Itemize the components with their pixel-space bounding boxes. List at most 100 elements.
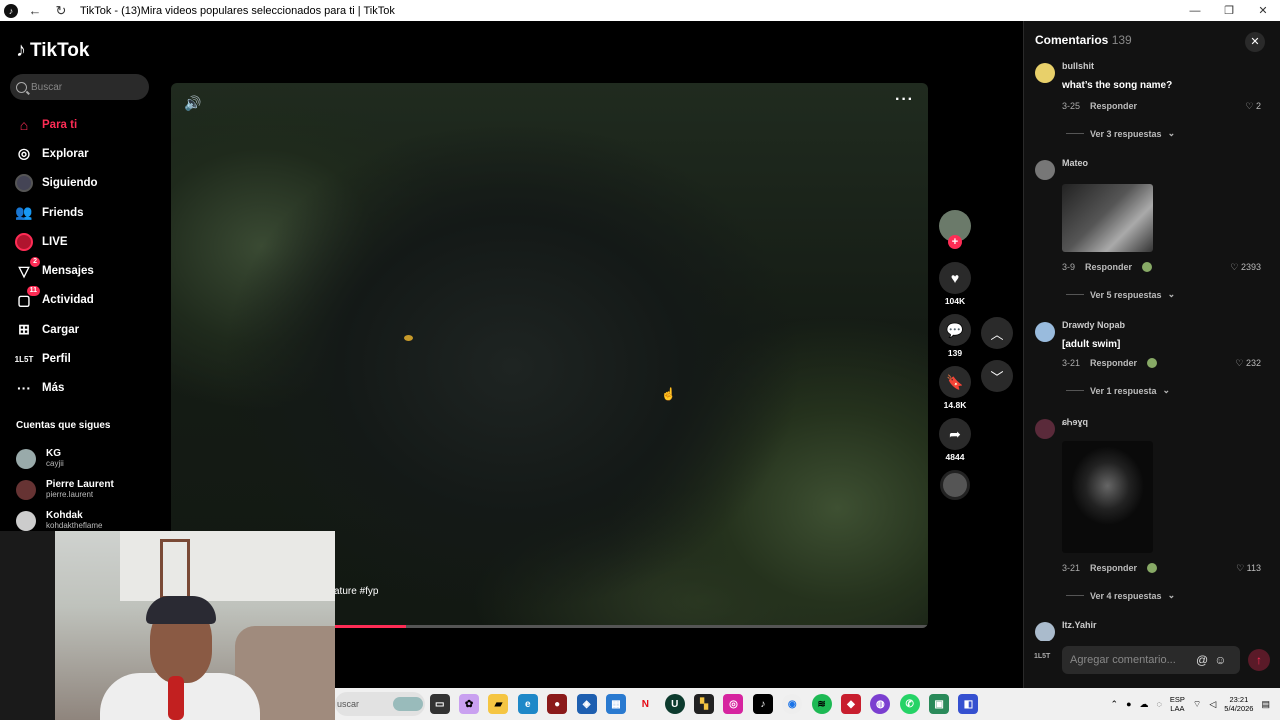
share-count: 4844	[945, 452, 965, 462]
taskbar-search[interactable]: uscar	[335, 692, 425, 716]
nav-friends[interactable]: 👥 Friends	[14, 198, 164, 227]
emoji-icon[interactable]: ☺	[1214, 653, 1226, 667]
share-button[interactable]: ➦	[939, 418, 971, 450]
tray-app-icon[interactable]: ●	[1126, 699, 1131, 709]
creator-avatar[interactable]: +	[939, 210, 971, 249]
profile-icon: 1L5T	[14, 354, 34, 364]
avatar[interactable]	[1035, 160, 1055, 180]
music-disc-icon[interactable]	[940, 470, 970, 500]
nav-explorar[interactable]: ◎ Explorar	[14, 139, 164, 168]
netflix-icon[interactable]: N	[635, 694, 655, 714]
video-caption[interactable]: ature #fyp	[334, 586, 378, 597]
store-icon[interactable]: ▦	[605, 694, 626, 714]
reply-button[interactable]: Responder	[1085, 262, 1132, 272]
view-replies-button[interactable]: Ver 1 respuesta ⌄	[1066, 385, 1170, 396]
send-icon[interactable]: ↑	[1248, 649, 1270, 671]
mention-icon[interactable]: @	[1196, 653, 1208, 667]
avatar[interactable]	[1035, 622, 1055, 641]
app-u-icon[interactable]: U	[664, 694, 685, 714]
nav-mensajes[interactable]: ▽ 2 Mensajes	[14, 256, 164, 285]
copilot-icon[interactable]: ✿	[459, 694, 480, 714]
search-bar[interactable]	[10, 74, 149, 100]
instagram-icon[interactable]: ◎	[723, 694, 744, 714]
clock[interactable]: 23:21 5/4/2026	[1224, 695, 1253, 713]
nav-mas[interactable]: ··· Más	[14, 374, 164, 403]
app-blue-icon[interactable]: ◧	[958, 694, 979, 714]
follow-plus-icon[interactable]: +	[948, 235, 962, 249]
comment-likes[interactable]: ♡ 2393	[1230, 262, 1261, 273]
cloud-icon[interactable]: ☁	[1140, 699, 1149, 710]
wifi-icon[interactable]: ⌔	[1193, 699, 1201, 710]
reply-button[interactable]: Responder	[1090, 563, 1137, 573]
next-video-button[interactable]: ﹀	[981, 360, 1013, 392]
save-button[interactable]: 🔖	[939, 366, 971, 398]
volume-icon[interactable]: 🔊	[184, 95, 201, 112]
app-game-icon[interactable]: ◆	[840, 694, 861, 714]
comment-input[interactable]	[1070, 654, 1190, 666]
comment-username[interactable]: ɕᏂɘɣq	[1062, 417, 1088, 428]
comment-button[interactable]: 💬	[939, 314, 971, 346]
view-replies-label: Ver 5 respuestas	[1090, 289, 1162, 300]
nav-cargar[interactable]: ⊞ Cargar	[14, 315, 164, 344]
whatsapp-icon[interactable]: ✆	[899, 694, 920, 714]
comment-username[interactable]: Itz.Yahir	[1062, 620, 1097, 630]
language-indicator[interactable]: ESP LAA	[1170, 695, 1185, 713]
app-green-icon[interactable]: ▣	[929, 694, 950, 714]
app-dark-icon[interactable]: ▚	[694, 694, 715, 714]
nav-live[interactable]: LIVE	[14, 227, 164, 256]
comment-likes[interactable]: ♡ 113	[1236, 563, 1261, 574]
avatar[interactable]	[1035, 63, 1055, 83]
spotify-icon[interactable]: ≋	[811, 694, 832, 714]
view-replies-button[interactable]: Ver 4 respuestas ⌄	[1066, 590, 1175, 601]
account-name: Pierre Laurent	[46, 479, 114, 490]
arrow-left-icon[interactable]: ←	[26, 3, 44, 18]
nav-siguiendo[interactable]: Siguiendo	[14, 169, 164, 198]
following-account[interactable]: KG cayjii	[16, 443, 114, 474]
view-replies-button[interactable]: Ver 3 respuestas ⌄	[1066, 128, 1175, 139]
comment-username[interactable]: bullshit	[1062, 61, 1094, 71]
comments-count: 139	[1111, 33, 1132, 47]
reply-button[interactable]: Responder	[1090, 101, 1137, 111]
comment-likes[interactable]: ♡ 232	[1235, 358, 1261, 369]
comment-image-cat[interactable]	[1062, 441, 1153, 553]
chevron-up-icon[interactable]: ⌃	[1111, 699, 1119, 710]
reply-button[interactable]: Responder	[1090, 358, 1137, 368]
following-account[interactable]: Pierre Laurent pierre.laurent	[16, 474, 114, 505]
nav-label: LIVE	[42, 235, 68, 248]
nav-perfil[interactable]: 1L5T Perfil	[14, 344, 164, 373]
avatar	[16, 510, 36, 531]
close-window-button[interactable]: ✕	[1246, 4, 1280, 17]
file-explorer-icon[interactable]: ▰	[488, 694, 509, 714]
reload-icon[interactable]: ↻	[52, 3, 70, 19]
tiktok-logo[interactable]: ♪ TikTok	[16, 39, 89, 62]
chrome-icon[interactable]: ◉	[782, 694, 803, 714]
close-icon[interactable]: ✕	[1245, 32, 1265, 52]
app-red-icon[interactable]: ●	[547, 694, 568, 714]
comments-panel: Comentarios 139 ✕ bullshit what’s the so…	[1023, 21, 1280, 688]
comment-username[interactable]: Mateo	[1062, 158, 1088, 168]
avatar[interactable]	[1035, 419, 1055, 439]
nav-actividad[interactable]: ▢ 11 Actividad	[14, 286, 164, 315]
volume-tray-icon[interactable]: ◁	[1209, 699, 1216, 710]
comment-likes[interactable]: ♡ 2	[1245, 101, 1261, 112]
defender-icon[interactable]: ◈	[576, 694, 597, 714]
maximize-button[interactable]: ❐	[1212, 4, 1246, 17]
comment-box[interactable]: @ ☺	[1062, 646, 1240, 674]
like-button[interactable]: ♥	[939, 262, 971, 294]
avatar[interactable]	[1035, 322, 1055, 342]
tiktok-app-icon[interactable]: ♪	[752, 694, 773, 714]
edge-icon[interactable]: e	[517, 694, 538, 714]
nav-para-ti[interactable]: ⌂ Para ti	[14, 110, 164, 139]
view-replies-button[interactable]: Ver 5 respuestas ⌄	[1066, 289, 1175, 300]
previous-video-button[interactable]: ︿	[981, 317, 1013, 349]
app-purple-icon[interactable]: ◍	[870, 694, 891, 714]
comment-username[interactable]: Drawdy Nopab	[1062, 320, 1125, 330]
minimize-button[interactable]: —	[1178, 5, 1212, 17]
more-options-icon[interactable]: ···	[895, 91, 914, 109]
search-input[interactable]	[31, 81, 141, 93]
live-icon	[14, 232, 34, 252]
notification-icon[interactable]: ▤	[1261, 699, 1270, 710]
task-view-icon[interactable]: ▭	[429, 694, 450, 714]
tray-sync-icon[interactable]: ◌	[1157, 699, 1162, 709]
comment-image-panthers[interactable]	[1062, 184, 1153, 252]
